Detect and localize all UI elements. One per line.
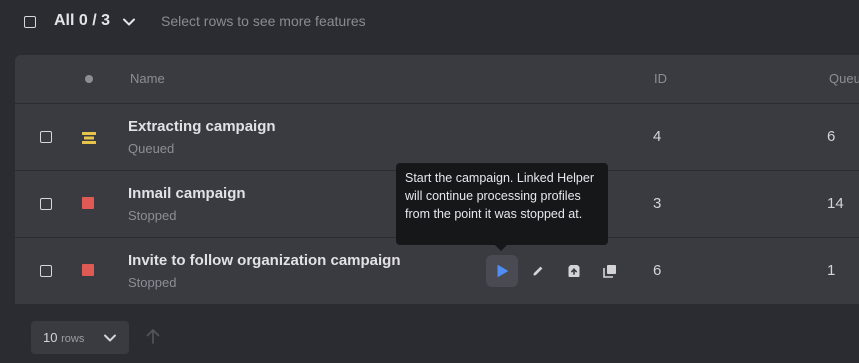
start-campaign-button[interactable]	[486, 255, 518, 287]
table-header: Name ID Queu	[15, 55, 859, 104]
selection-count[interactable]: All 0 / 3	[54, 12, 110, 30]
start-campaign-tooltip: Start the campaign. Linked Helper will c…	[396, 163, 608, 245]
campaign-queue: 1	[827, 262, 836, 279]
campaign-name[interactable]: Extracting campaign	[128, 118, 276, 135]
select-all-checkbox[interactable]	[24, 16, 36, 28]
duplicate-campaign-button[interactable]	[594, 255, 626, 287]
rows-per-page-label: rows	[61, 333, 85, 345]
queued-icon	[82, 131, 96, 144]
stopped-icon	[82, 197, 94, 209]
archive-icon	[568, 265, 580, 277]
table-row[interactable]: Invite to follow organization campaign S…	[15, 238, 859, 304]
campaign-queue: 6	[827, 128, 836, 145]
campaign-name[interactable]: Invite to follow organization campaign	[128, 252, 401, 269]
status-column-icon	[85, 75, 93, 83]
play-icon	[497, 265, 508, 277]
column-name[interactable]: Name	[130, 71, 165, 86]
chevron-down-icon[interactable]	[121, 14, 137, 35]
scroll-to-top-icon[interactable]	[146, 328, 160, 349]
rows-per-page-value: 10	[43, 330, 58, 345]
row-checkbox[interactable]	[40, 265, 52, 277]
archive-campaign-button[interactable]	[558, 255, 590, 287]
campaign-id: 3	[653, 195, 662, 212]
column-id[interactable]: ID	[654, 71, 667, 86]
table-row[interactable]: Extracting campaign Queued 4 6	[15, 104, 859, 171]
edit-campaign-button[interactable]	[522, 255, 554, 287]
campaign-status: Stopped	[128, 275, 177, 290]
campaign-status: Queued	[128, 141, 175, 156]
edit-icon	[533, 266, 543, 276]
tooltip-arrow	[494, 244, 508, 251]
duplicate-icon	[603, 265, 616, 278]
campaign-queue: 14	[827, 195, 844, 212]
campaign-id: 4	[653, 128, 662, 145]
chevron-down-icon	[102, 330, 118, 351]
table-footer: 10 rows	[0, 305, 859, 363]
campaign-id: 6	[653, 262, 662, 279]
row-checkbox[interactable]	[40, 131, 52, 143]
campaign-name[interactable]: Inmail campaign	[128, 185, 246, 202]
toolbar: All 0 / 3 Select rows to see more featur…	[0, 0, 859, 44]
rows-per-page-select[interactable]: 10 rows	[31, 321, 129, 354]
selection-hint: Select rows to see more features	[161, 13, 366, 29]
row-checkbox[interactable]	[40, 198, 52, 210]
column-queue[interactable]: Queu	[829, 71, 859, 86]
stopped-icon	[82, 264, 94, 276]
campaign-status: Stopped	[128, 208, 177, 223]
